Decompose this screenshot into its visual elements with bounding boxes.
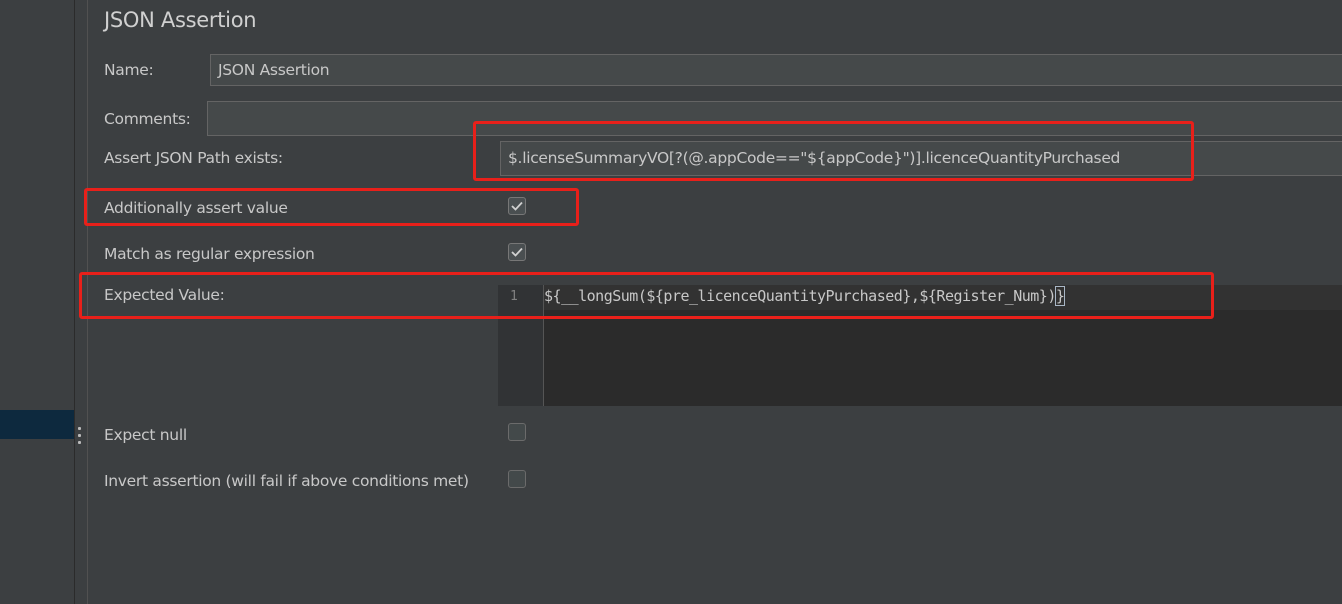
additionally-assert-highlight-box <box>84 188 579 226</box>
json-path-highlight-box <box>473 121 1194 181</box>
match-regex-label: Match as regular expression <box>104 245 315 263</box>
expect-null-checkbox[interactable] <box>508 423 526 441</box>
checkmark-icon <box>511 247 523 257</box>
name-field[interactable]: JSON Assertion <box>210 54 1342 86</box>
expected-value-highlight-box <box>79 272 1214 319</box>
panel-divider <box>74 0 75 604</box>
splitter-grip-icon[interactable] <box>77 427 83 451</box>
json-path-label: Assert JSON Path exists: <box>104 149 283 167</box>
tree-selected-row[interactable] <box>0 410 74 439</box>
match-regex-checkbox[interactable] <box>508 243 526 261</box>
comments-label: Comments: <box>104 110 191 128</box>
invert-assertion-checkbox[interactable] <box>508 470 526 488</box>
expect-null-label: Expect null <box>104 426 187 444</box>
panel-title: JSON Assertion <box>104 8 257 32</box>
invert-assertion-label: Invert assertion (will fail if above con… <box>104 472 469 490</box>
name-label: Name: <box>104 61 154 79</box>
test-plan-tree-panel <box>0 0 74 604</box>
